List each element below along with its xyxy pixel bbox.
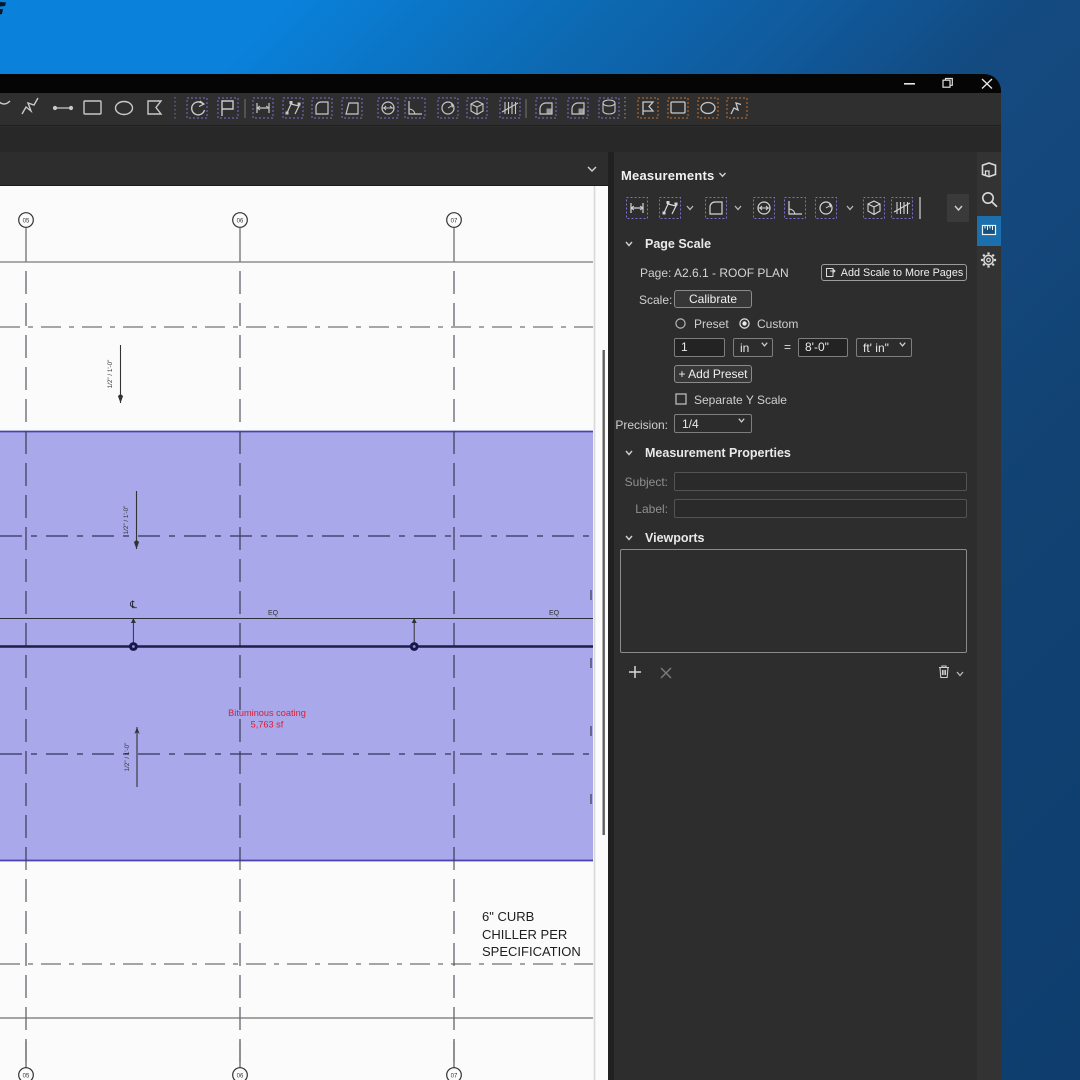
svg-text:1/2" / 1'-0": 1/2" / 1'-0" [124,743,131,772]
svg-text:CHILLER PER: CHILLER PER [482,927,567,942]
svg-text:SPECIFICATION: SPECIFICATION [482,944,581,959]
svg-text:07: 07 [451,218,458,224]
svg-text:1/2" / 1'-0": 1/2" / 1'-0" [107,360,114,389]
svg-text:06: 06 [237,218,244,224]
svg-text:6" CURB: 6" CURB [482,909,534,924]
svg-text:05: 05 [23,218,30,224]
svg-text:EQ: EQ [549,610,560,617]
svg-text:5,763 sf: 5,763 sf [251,720,284,730]
svg-text:Bituminous coating: Bituminous coating [228,708,306,718]
svg-text:06: 06 [237,1073,244,1079]
svg-text:1/2" / 1'-0": 1/2" / 1'-0" [123,506,130,535]
svg-text:05: 05 [23,1073,30,1079]
svg-text:℄: ℄ [129,599,137,611]
svg-text:EQ: EQ [268,610,279,617]
svg-text:07: 07 [451,1073,458,1079]
